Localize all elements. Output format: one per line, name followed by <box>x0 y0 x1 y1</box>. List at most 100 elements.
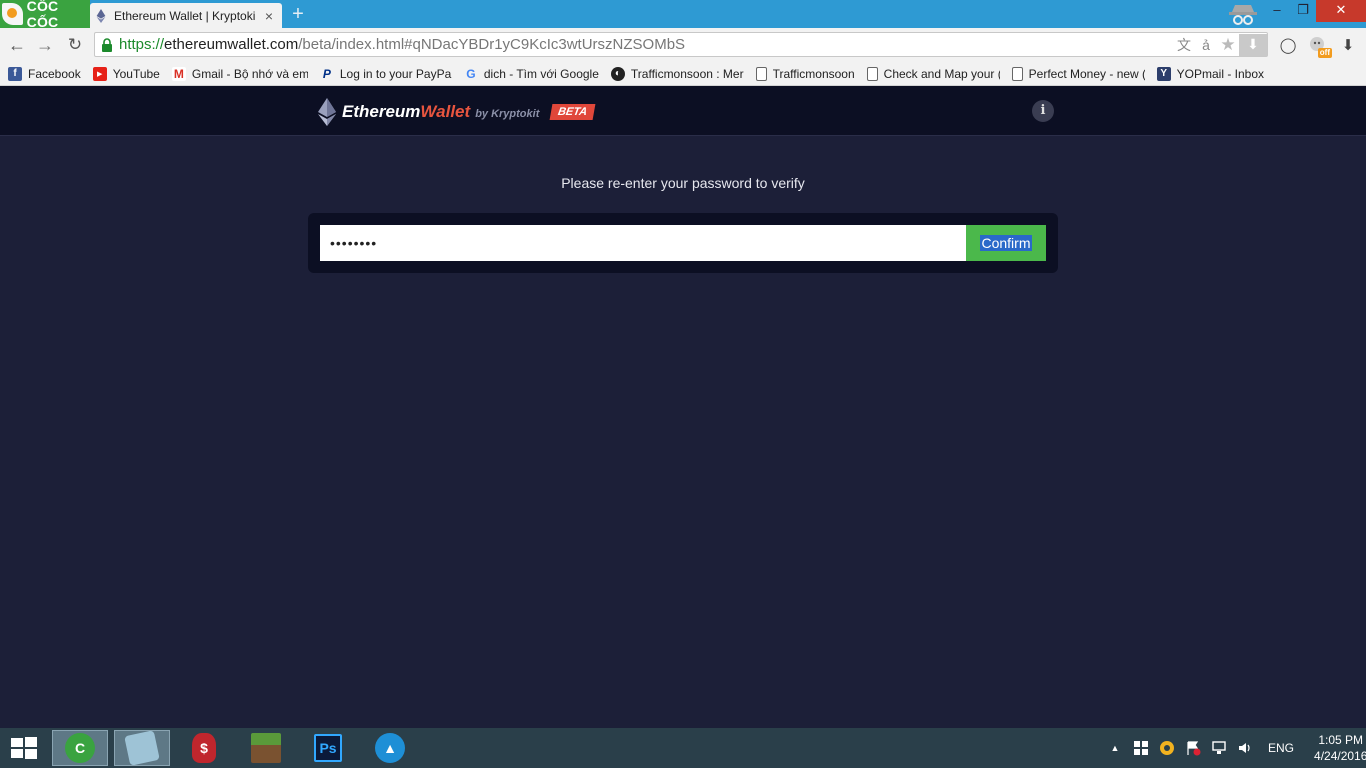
coccoc-brand-text: CỐC CỐC <box>26 0 59 30</box>
gmail-icon: M <box>171 66 186 81</box>
tray-flag-icon[interactable] <box>1184 739 1202 757</box>
tray-speaker-icon <box>1239 743 1250 753</box>
tray-date: 4/24/2016 <box>1314 749 1366 763</box>
bookmark-label: Log in to your PayPal <box>339 66 452 81</box>
yopmail-icon: Y <box>1156 66 1171 81</box>
taskbar-minecraft[interactable] <box>238 730 294 766</box>
bookmark-gmail[interactable]: M Gmail - Bộ nhớ và em <box>171 63 308 85</box>
extension-icons: ◯ off ⬇ <box>1276 34 1360 58</box>
paypal-icon: P <box>322 66 331 81</box>
confirm-button[interactable]: Confirm <box>966 225 1046 261</box>
tray-action-center-icon <box>1187 741 1201 756</box>
address-bar-icons: 文 ả ★ ⬇ <box>1173 33 1267 56</box>
arc-app-icon: ▲ <box>375 733 405 763</box>
media-download-icon[interactable]: ⬇ <box>1239 33 1267 56</box>
downloads-icon[interactable]: ⬇ <box>1336 34 1360 56</box>
password-input[interactable] <box>320 225 966 261</box>
bookmark-trafficmonsoon-member[interactable]: ◐ Trafficmonsoon : Mer <box>610 63 744 85</box>
taskbar-photoshop[interactable]: Ps <box>300 730 356 766</box>
main-content: Please re-enter your password to verify … <box>0 136 1366 728</box>
taskbar-arc-app[interactable]: ▲ <box>362 730 418 766</box>
translate-icon[interactable]: 文 <box>1173 34 1195 56</box>
adblock-extension-icon[interactable]: off <box>1306 34 1332 58</box>
bookmark-star-icon[interactable]: ★ <box>1217 34 1239 56</box>
bookmark-label: Trafficmonsoon : Mer <box>630 66 744 81</box>
incognito-icon <box>1229 5 1257 25</box>
opera-extension-icon[interactable]: ◯ <box>1276 34 1300 56</box>
url-text: https://ethereumwallet.com/beta/index.ht… <box>119 36 685 53</box>
red-bag-icon: $ <box>192 733 216 763</box>
windows-start-icon[interactable] <box>10 736 38 760</box>
page-icon <box>866 66 878 81</box>
tab-close-icon[interactable]: × <box>262 8 276 24</box>
lock-icon <box>102 37 112 52</box>
bookmark-paypal[interactable]: P Log in to your PayPal <box>320 63 452 85</box>
bookmark-perfect-money[interactable]: Perfect Money - new ( <box>1011 63 1145 85</box>
info-button[interactable]: i <box>1032 100 1054 122</box>
bookmark-label: dich - Tìm với Google <box>483 66 599 81</box>
bookmark-trafficmonsoon[interactable]: Trafficmonsoon <box>755 63 855 85</box>
ethereum-wallet-logo[interactable]: Ethereum Wallet by Kryptokit BETA <box>318 98 596 126</box>
photoshop-icon: Ps <box>314 734 342 762</box>
tray-volume-icon[interactable] <box>1236 739 1254 757</box>
tray-network-icon[interactable] <box>1210 739 1228 757</box>
notepad-icon <box>124 730 160 766</box>
tray-clock[interactable]: 1:05 PM 4/24/2016 <box>1314 732 1366 764</box>
verify-panel: Confirm <box>308 213 1058 273</box>
ethereum-favicon-icon <box>96 8 106 23</box>
window-maximize-button[interactable]: ❐ <box>1290 0 1316 22</box>
youtube-icon: ▶ <box>92 66 107 81</box>
system-tray: ▲ ENG 1:05 PM 4/24/2016 <box>1106 728 1366 768</box>
tray-unikey-icon[interactable] <box>1158 739 1176 757</box>
tab-ethereum-wallet[interactable]: Ethereum Wallet | Kryptoki × <box>90 3 282 28</box>
reload-button[interactable]: ↻ <box>64 34 86 56</box>
beta-badge: BETA <box>549 104 596 120</box>
address-bar[interactable]: https://ethereumwallet.com/beta/index.ht… <box>94 32 1268 57</box>
facebook-icon: f <box>8 66 22 81</box>
bookmark-label: YouTube <box>112 66 160 81</box>
taskbar-coccoc-browser[interactable]: C <box>52 730 108 766</box>
tray-network-monitor-icon <box>1212 741 1226 754</box>
google-icon: G <box>466 66 476 81</box>
tab-title: Ethereum Wallet | Kryptoki <box>114 8 256 23</box>
coccoc-logo[interactable]: CỐC CỐC <box>0 0 90 30</box>
page-icon <box>1011 66 1023 81</box>
minecraft-icon <box>251 733 281 763</box>
bookmark-check-and-map[interactable]: Check and Map your ( <box>866 63 1000 85</box>
back-button[interactable]: ← <box>6 34 28 56</box>
url-host: ethereumwallet.com <box>164 36 299 53</box>
brand-wallet: Wallet <box>420 102 471 121</box>
bookmark-facebook[interactable]: f Facebook <box>8 63 81 85</box>
bookmark-youtube[interactable]: ▶ YouTube <box>92 63 160 85</box>
window-minimize-button[interactable]: – <box>1264 0 1290 22</box>
browser-tab-bar: CỐC CỐC Ethereum Wallet | Kryptoki × + –… <box>0 0 1366 30</box>
app-header: Ethereum Wallet by Kryptokit BETA i <box>0 86 1366 136</box>
bookmarks-bar: f Facebook ▶ YouTube M Gmail - Bộ nhớ và… <box>0 62 1366 86</box>
url-path: /beta/index.html#qNDacYBDr1yC9KcIc3wtUrs… <box>298 36 686 53</box>
bookmark-yopmail[interactable]: Y YOPmail - Inbox <box>1156 63 1264 85</box>
bookmark-label: Perfect Money - new ( <box>1028 66 1145 81</box>
bookmark-google[interactable]: G dich - Tìm với Google <box>464 63 599 85</box>
url-scheme: https:// <box>119 36 165 53</box>
windows-taskbar: C $ Ps ▲ ▲ ENG 1:05 PM 4/24/2016 <box>0 728 1366 768</box>
forward-button[interactable]: → <box>34 34 56 56</box>
new-tab-button[interactable]: + <box>288 4 308 24</box>
vietnamese-typing-icon[interactable]: ả <box>1195 34 1217 56</box>
confirm-button-label: Confirm <box>980 235 1032 251</box>
page-icon <box>755 66 767 81</box>
browser-toolbar: ← → ↻ https://ethereumwallet.com/beta/in… <box>0 28 1366 62</box>
taskbar-red-bag-app[interactable]: $ <box>176 730 232 766</box>
brand-ethereum: Ethereum <box>342 102 421 121</box>
tray-language-indicator[interactable]: ENG <box>1268 741 1294 755</box>
tray-windows-logo-icon <box>1134 741 1148 755</box>
bookmark-label: Check and Map your ( <box>883 66 1000 81</box>
window-close-button[interactable]: ✕ <box>1316 0 1366 22</box>
tray-chevron-icon[interactable]: ▲ <box>1106 739 1124 757</box>
trafficmonsoon-icon: ◐ <box>610 66 625 81</box>
adblock-off-badge: off <box>1317 48 1332 58</box>
verify-prompt: Please re-enter your password to verify <box>561 175 805 191</box>
bookmark-label: Gmail - Bộ nhớ và em <box>191 66 308 81</box>
tray-windows-icon[interactable] <box>1132 739 1150 757</box>
taskbar-notepad[interactable] <box>114 730 170 766</box>
bookmark-label: Facebook <box>28 66 81 81</box>
